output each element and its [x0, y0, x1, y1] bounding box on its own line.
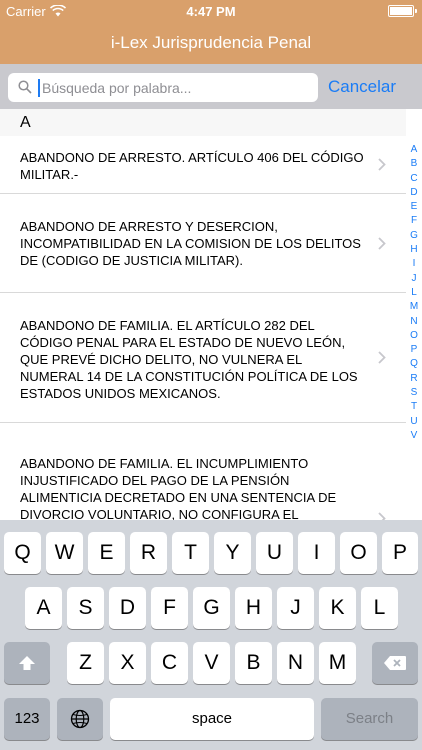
- chevron-right-icon: [378, 512, 386, 520]
- index-letter-q[interactable]: Q: [406, 357, 422, 371]
- index-letter-e[interactable]: E: [406, 200, 422, 214]
- chevron-right-icon: [378, 237, 386, 250]
- key-h[interactable]: H: [235, 587, 272, 629]
- list-item[interactable]: ABANDONO DE ARRESTO. ARTÍCULO 406 DEL CÓ…: [0, 136, 406, 194]
- numbers-key[interactable]: 123: [4, 698, 50, 740]
- results-list: ABANDONO DE ARRESTO. ARTÍCULO 406 DEL CÓ…: [0, 136, 406, 520]
- index-letter-t[interactable]: T: [406, 400, 422, 414]
- key-x[interactable]: X: [109, 642, 146, 684]
- key-d[interactable]: D: [109, 587, 146, 629]
- key-a[interactable]: A: [25, 587, 62, 629]
- key-o[interactable]: O: [340, 532, 377, 574]
- list-item[interactable]: ABANDONO DE FAMILIA. EL ARTÍCULO 282 DEL…: [0, 293, 406, 423]
- index-letter-r[interactable]: R: [406, 372, 422, 386]
- key-g[interactable]: G: [193, 587, 230, 629]
- key-u[interactable]: U: [256, 532, 293, 574]
- index-letter-l[interactable]: L: [406, 286, 422, 300]
- cancel-button[interactable]: Cancelar: [328, 77, 396, 97]
- key-c[interactable]: C: [151, 642, 188, 684]
- keyboard: Q W E R T Y U I O P A S D F G H J K L Z …: [0, 520, 422, 750]
- key-t[interactable]: T: [172, 532, 209, 574]
- index-letter-v[interactable]: V: [406, 429, 422, 443]
- key-p[interactable]: P: [382, 532, 418, 574]
- search-bar: Cancelar: [0, 64, 422, 109]
- key-q[interactable]: Q: [4, 532, 41, 574]
- globe-key[interactable]: [57, 698, 103, 740]
- index-letter-n[interactable]: N: [406, 315, 422, 329]
- header: Carrier 4:47 PM i-Lex Jurisprudencia Pen…: [0, 0, 422, 64]
- battery-icon: [388, 5, 417, 17]
- key-b[interactable]: B: [235, 642, 272, 684]
- key-e[interactable]: E: [88, 532, 125, 574]
- list-item[interactable]: ABANDONO DE FAMILIA. EL INCUMPLIMIENTO I…: [0, 423, 406, 520]
- search-field[interactable]: [8, 73, 318, 102]
- chevron-right-icon: [378, 158, 386, 171]
- space-key[interactable]: space: [110, 698, 314, 740]
- index-letter-h[interactable]: H: [406, 243, 422, 257]
- backspace-icon: [384, 656, 406, 670]
- key-l[interactable]: L: [361, 587, 398, 629]
- text-cursor: [38, 79, 40, 97]
- index-letter-c[interactable]: C: [406, 172, 422, 186]
- index-letter-j[interactable]: J: [406, 272, 422, 286]
- key-s[interactable]: S: [67, 587, 104, 629]
- list-item-text: ABANDONO DE ARRESTO Y DESERCION, INCOMPA…: [20, 219, 361, 268]
- search-icon: [18, 80, 32, 94]
- list-item-text: ABANDONO DE ARRESTO. ARTÍCULO 406 DEL CÓ…: [20, 150, 364, 182]
- search-key[interactable]: Search: [321, 698, 418, 740]
- list-item[interactable]: ABANDONO DE ARRESTO Y DESERCION, INCOMPA…: [0, 194, 406, 293]
- status-bar: Carrier 4:47 PM: [0, 0, 422, 22]
- globe-icon: [70, 709, 90, 729]
- key-i[interactable]: I: [298, 532, 335, 574]
- key-m[interactable]: M: [319, 642, 356, 684]
- chevron-right-icon: [378, 351, 386, 364]
- key-y[interactable]: Y: [214, 532, 251, 574]
- index-letter-a[interactable]: A: [406, 143, 422, 157]
- key-j[interactable]: J: [277, 587, 314, 629]
- section-header: A: [0, 109, 406, 136]
- index-letter-i[interactable]: I: [406, 257, 422, 271]
- index-letter-b[interactable]: B: [406, 157, 422, 171]
- index-letter-g[interactable]: G: [406, 229, 422, 243]
- key-f[interactable]: F: [151, 587, 188, 629]
- index-letter-o[interactable]: O: [406, 329, 422, 343]
- index-letter-s[interactable]: S: [406, 386, 422, 400]
- search-input[interactable]: [42, 73, 312, 102]
- list-item-text: ABANDONO DE FAMILIA. EL INCUMPLIMIENTO I…: [20, 456, 337, 520]
- index-letter-m[interactable]: M: [406, 300, 422, 314]
- key-w[interactable]: W: [46, 532, 83, 574]
- index-letter-p[interactable]: P: [406, 343, 422, 357]
- status-time: 4:47 PM: [186, 4, 236, 19]
- index-letter-u[interactable]: U: [406, 415, 422, 429]
- section-letter: A: [20, 114, 31, 131]
- list-item-text: ABANDONO DE FAMILIA. EL ARTÍCULO 282 DEL…: [20, 318, 358, 401]
- section-index[interactable]: A B C D E F G H I J L M N O P Q R S T U …: [406, 143, 422, 443]
- index-letter-f[interactable]: F: [406, 214, 422, 228]
- shift-icon: [19, 656, 35, 670]
- shift-key[interactable]: [4, 642, 50, 684]
- key-k[interactable]: K: [319, 587, 356, 629]
- key-z[interactable]: Z: [67, 642, 104, 684]
- backspace-key[interactable]: [372, 642, 418, 684]
- key-r[interactable]: R: [130, 532, 167, 574]
- key-v[interactable]: V: [193, 642, 230, 684]
- key-n[interactable]: N: [277, 642, 314, 684]
- page-title: i-Lex Jurisprudencia Penal: [110, 33, 312, 52]
- index-letter-d[interactable]: D: [406, 186, 422, 200]
